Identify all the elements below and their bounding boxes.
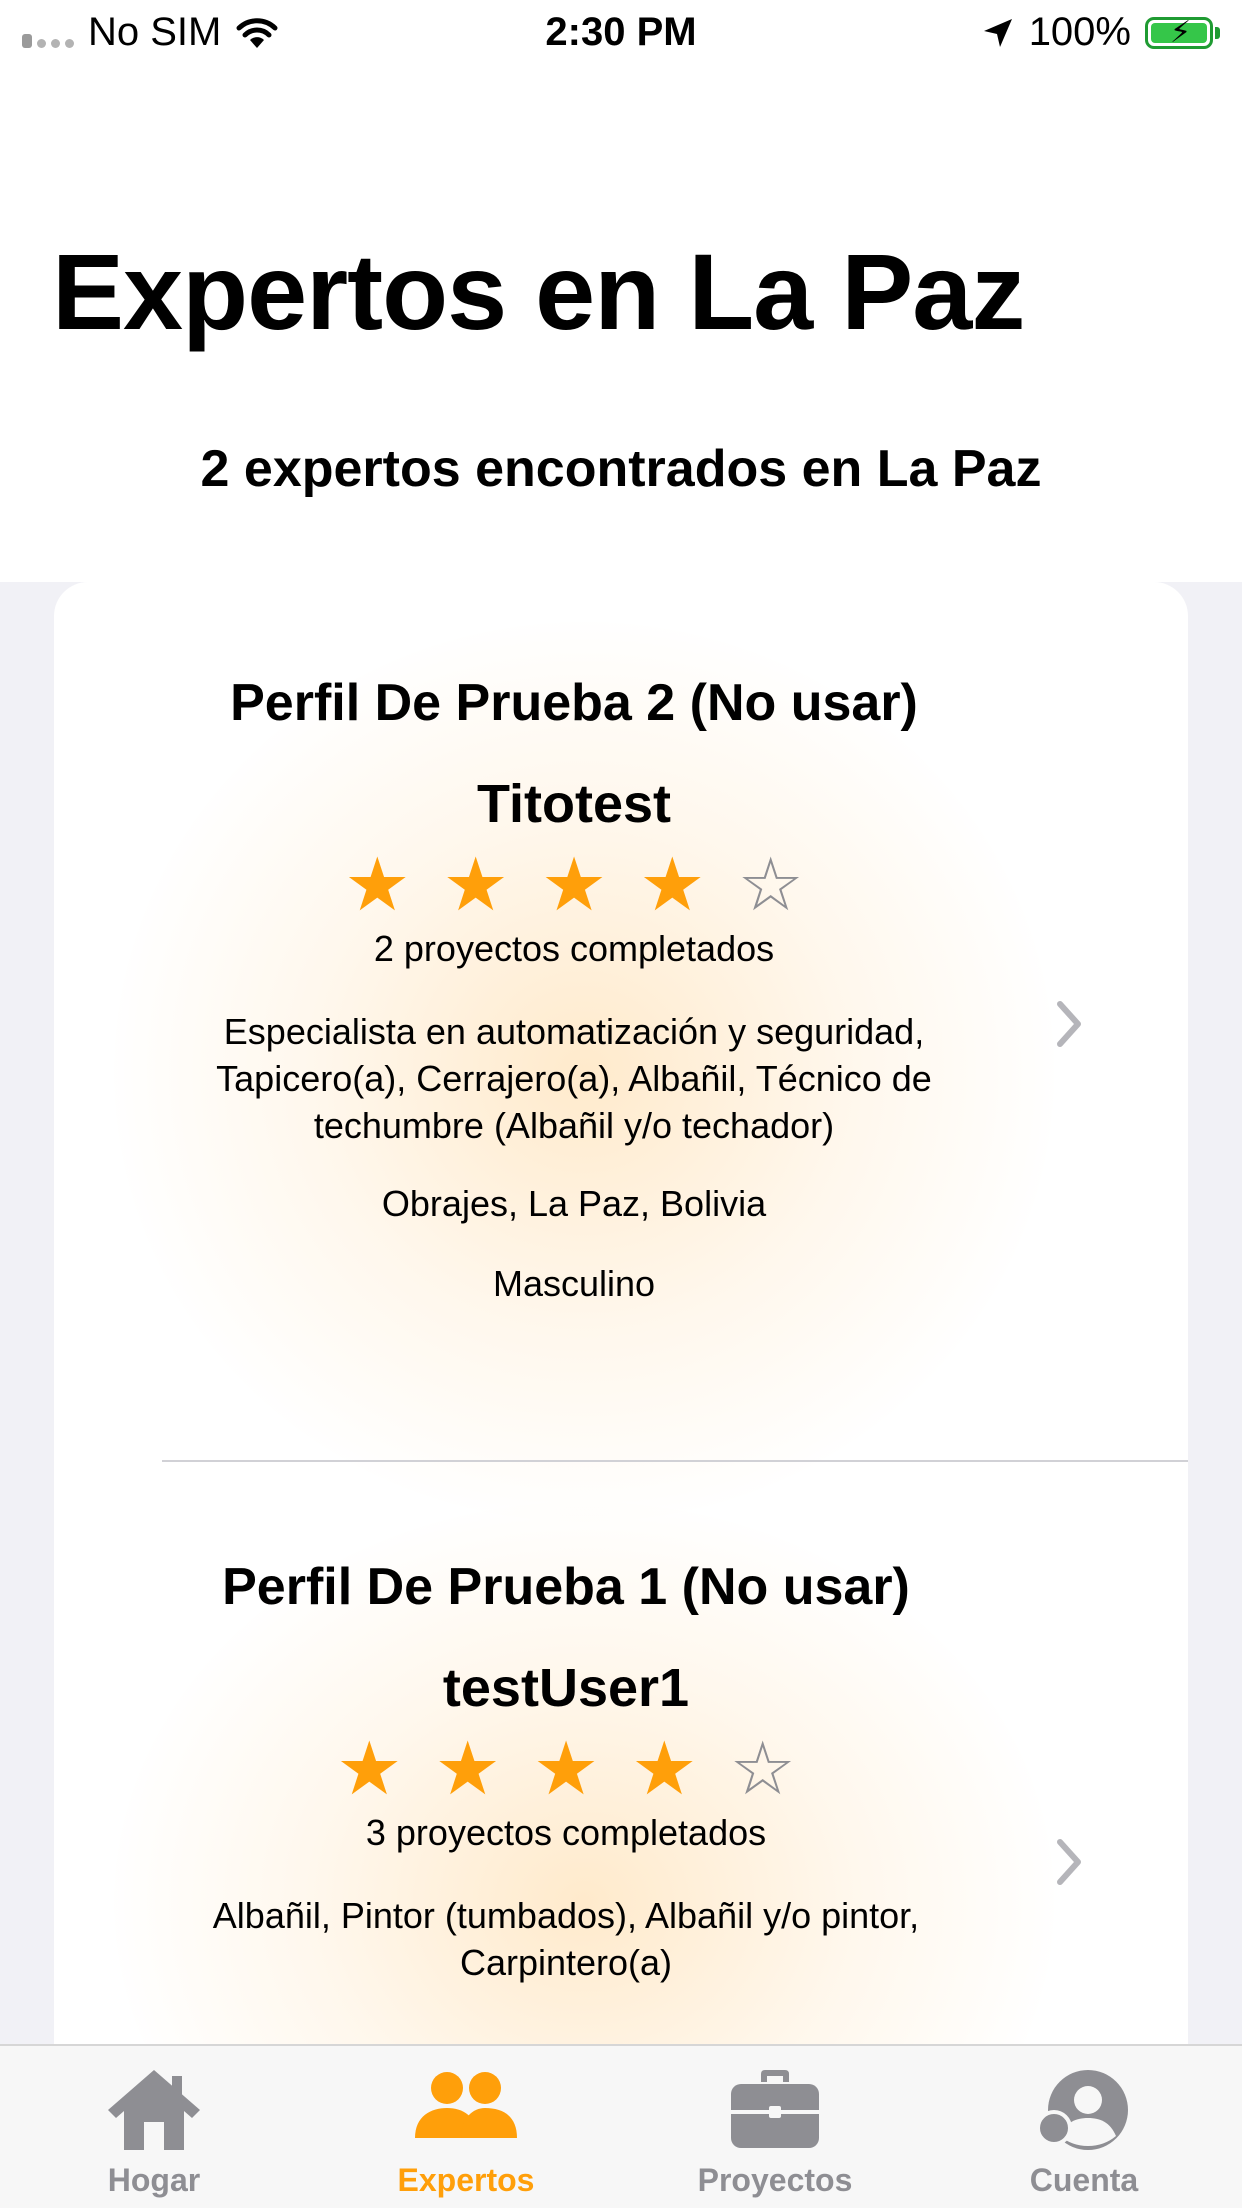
tab-expertos[interactable]: Expertos	[346, 2046, 586, 2210]
status-right: 100% ⚡	[981, 10, 1220, 55]
results-count: 2 expertos encontrados en La Paz	[200, 440, 1042, 498]
tab-label: Expertos	[397, 2162, 535, 2198]
star-filled-icon: ★	[442, 843, 509, 926]
chevron-right-icon[interactable]	[1050, 1832, 1090, 1892]
status-bar: No SIM 2:30 PM 100% ⚡	[0, 0, 1242, 66]
carrier-label: No SIM	[88, 10, 222, 54]
expert-row[interactable]: Perfil De Prueba 2 (No usar) Titotest ★ …	[54, 582, 1188, 1522]
tab-label: Hogar	[107, 2162, 201, 2198]
star-filled-icon: ★	[434, 1727, 501, 1810]
expert-gender: Masculino	[492, 1263, 656, 1304]
location-arrow-icon	[983, 18, 1012, 47]
star-filled-icon: ★	[631, 1727, 698, 1810]
tab-bar: Hogar Expertos Proyectos Cuenta	[0, 2044, 1242, 2208]
chevron-right-icon[interactable]	[1050, 994, 1090, 1054]
people-icon	[415, 2072, 517, 2138]
expert-name: Perfil De Prueba 2 (No usar)	[230, 674, 918, 732]
rating-stars: ★ ★ ★ ★ ☆	[54, 843, 1094, 926]
expert-info: Perfil De Prueba 1 (No usar) testUser1 ★…	[54, 1556, 1086, 1986]
star-empty-icon: ☆	[737, 843, 804, 926]
battery-icon: ⚡	[1145, 16, 1220, 49]
signal-icon	[22, 32, 74, 48]
expert-name: Perfil De Prueba 1 (No usar)	[222, 1558, 910, 1616]
briefcase-icon	[731, 2070, 819, 2148]
status-left: No SIM	[22, 10, 279, 55]
tab-cuenta[interactable]: Cuenta	[964, 2046, 1204, 2210]
star-filled-icon: ★	[336, 1727, 403, 1810]
tab-hogar[interactable]: Hogar	[34, 2046, 274, 2210]
expert-row[interactable]: Perfil De Prueba 1 (No usar) testUser1 ★…	[54, 1462, 1188, 2044]
star-filled-icon: ★	[532, 1727, 600, 1810]
star-empty-icon: ☆	[729, 1727, 796, 1810]
expert-username: Titotest	[476, 774, 671, 834]
star-filled-icon: ★	[344, 843, 411, 926]
wifi-icon	[236, 17, 278, 48]
expert-info: Perfil De Prueba 2 (No usar) Titotest ★ …	[54, 672, 1094, 1307]
expert-specialties: Especialista en automatización y segurid…	[216, 1011, 932, 1146]
page-title: Expertos en La Paz	[52, 231, 1025, 352]
projects-completed: 2 proyectos completados	[373, 928, 775, 969]
expert-username: testUser1	[442, 1658, 690, 1718]
tab-label: Proyectos	[697, 2162, 853, 2198]
account-icon	[1036, 2070, 1128, 2150]
star-filled-icon: ★	[639, 843, 706, 926]
house-icon	[108, 2070, 200, 2150]
projects-completed: 3 proyectos completados	[365, 1812, 767, 1853]
battery-percent: 100%	[1028, 10, 1131, 54]
tab-label: Cuenta	[1029, 2162, 1139, 2198]
star-filled-icon: ★	[540, 843, 608, 926]
expert-location: Obrajes, La Paz, Bolivia	[381, 1183, 767, 1224]
expert-specialties: Albañil, Pintor (tumbados), Albañil y/o …	[212, 1895, 920, 1983]
rating-stars: ★ ★ ★ ★ ☆	[54, 1727, 1086, 1810]
experts-list[interactable]: Perfil De Prueba 2 (No usar) Titotest ★ …	[54, 582, 1188, 2044]
tab-proyectos[interactable]: Proyectos	[655, 2046, 895, 2210]
